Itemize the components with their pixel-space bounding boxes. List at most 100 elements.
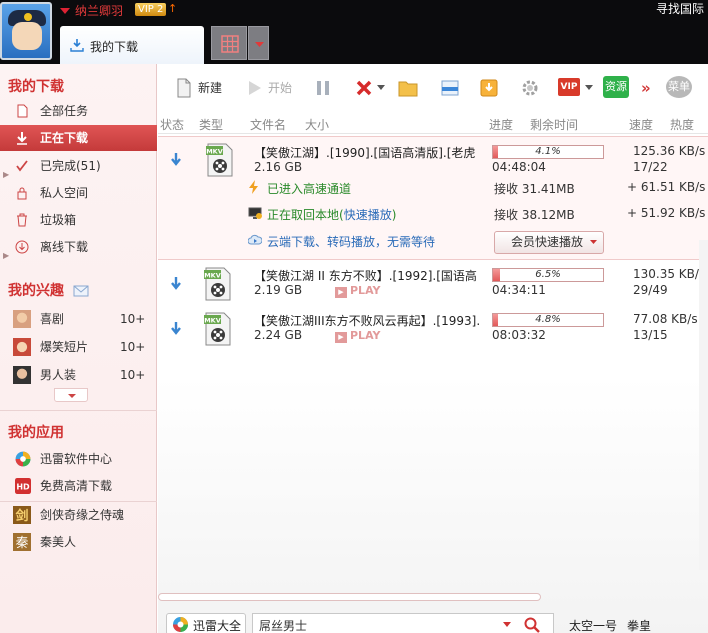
fast-play-link[interactable]: 快速播放	[344, 208, 392, 222]
sidebar-interest-mens-uno[interactable]: 男人装 10+	[0, 362, 157, 388]
interest-count: 10+	[120, 340, 146, 354]
horizontal-scrollbar[interactable]	[158, 593, 541, 601]
cloud-transcode-link[interactable]: 云端下载、转码播放，无需等待	[267, 233, 435, 250]
column-status[interactable]: 状态	[160, 116, 184, 133]
xunlei-encyclopedia-button[interactable]: 迅雷大全	[166, 613, 246, 633]
start-button[interactable]: 开始	[244, 76, 304, 100]
details-button[interactable]	[440, 76, 464, 100]
search-value: 屌丝男士	[259, 619, 308, 633]
chevron-down-icon	[68, 394, 76, 398]
settings-button[interactable]	[520, 76, 544, 100]
column-remaining[interactable]: 剩余时间	[530, 116, 578, 133]
resources-button[interactable]: 资源	[603, 76, 631, 100]
heat-value: 29/49	[633, 283, 668, 297]
sidebar-app-software-center[interactable]: 迅雷软件中心	[0, 446, 157, 472]
sidebar-item-label: 垃圾箱	[40, 213, 77, 227]
sidebar-item-label: 已完成(51)	[40, 159, 101, 173]
chevron-down-icon[interactable]	[377, 85, 385, 91]
user-menu-arrow-icon[interactable]	[60, 8, 70, 14]
downloading-arrow-icon	[171, 277, 181, 290]
hot-search-link[interactable]: 拳皇	[627, 617, 651, 633]
download-arrow-icon	[17, 132, 27, 145]
grid-view-button[interactable]	[211, 26, 247, 60]
divider	[0, 410, 157, 411]
tab-label: 我的下载	[90, 40, 139, 54]
sidebar-interest-comedy[interactable]: 喜剧 10+	[0, 306, 157, 332]
column-heat[interactable]: 热度	[670, 116, 694, 133]
sidebar-app-game-sword[interactable]: 剑 剑侠奇缘之侍魂	[0, 502, 157, 528]
svg-text:HD: HD	[16, 482, 30, 491]
column-size[interactable]: 大小	[305, 116, 329, 133]
vip-level-badge[interactable]: VIP 2	[135, 3, 167, 16]
avatar[interactable]	[0, 2, 52, 60]
username[interactable]: 纳兰卿羽	[75, 2, 123, 19]
search-icon[interactable]	[523, 616, 541, 633]
chevron-down-icon	[590, 240, 597, 244]
received-amount: 接收 38.12MB	[494, 208, 575, 222]
sidebar-item-all-tasks[interactable]: 全部任务	[0, 98, 157, 124]
play-button[interactable]: ▶ PLAY	[335, 329, 381, 343]
progress-bar: 4.1%	[492, 145, 604, 159]
progress-bar: 4.8%	[492, 313, 604, 327]
toolbar: 新建 开始 VIP 资源 » 菜单	[158, 64, 708, 112]
download-save-button[interactable]	[479, 76, 503, 100]
chevron-down-icon[interactable]	[503, 622, 511, 628]
search-input[interactable]: 屌丝男士	[252, 613, 554, 633]
chevron-down-icon	[255, 42, 264, 47]
sidebar-app-game-qin[interactable]: 秦 秦美人	[0, 529, 157, 555]
file-size: 2.19 GB	[254, 283, 303, 297]
task-row[interactable]: MKV 【笑傲江湖 II 东方不败】.[1992].[国语高 2.19 GB ▶…	[158, 264, 708, 306]
top-right-search-hint[interactable]: 寻找国际	[656, 0, 704, 17]
column-header: 状态 类型 文件名 大小 进度 剩余时间 速度 热度	[158, 114, 708, 134]
document-icon	[17, 104, 28, 118]
expand-interests-button[interactable]	[54, 388, 88, 402]
sidebar-item-label: 喜剧	[40, 312, 65, 326]
mkv-file-icon: MKV	[206, 143, 233, 177]
sidebar-item-label: 正在下载	[40, 131, 89, 145]
new-task-button[interactable]: 新建	[174, 76, 234, 100]
play-icon: ▶	[335, 287, 347, 298]
vertical-scrollbar[interactable]	[699, 240, 708, 570]
chevron-down-icon[interactable]	[585, 85, 593, 91]
vip-icon: VIP	[558, 78, 580, 96]
sidebar-item-label: 男人装	[40, 368, 77, 382]
pause-button[interactable]	[313, 76, 337, 100]
menu-button[interactable]: 菜单	[666, 76, 694, 100]
more-button[interactable]: »	[641, 76, 655, 100]
sidebar-item-completed[interactable]: ▶ 已完成(51)	[0, 153, 157, 179]
column-progress[interactable]: 进度	[489, 116, 513, 133]
tab-my-downloads[interactable]: 我的下载	[60, 26, 204, 64]
sidebar-item-downloading[interactable]: 正在下载	[0, 125, 157, 151]
hot-search-link[interactable]: 太空一号	[569, 617, 617, 633]
play-button[interactable]: ▶ PLAY	[335, 284, 381, 298]
gear-icon	[522, 80, 538, 96]
sidebar-item-offline-download[interactable]: ▶ 离线下载	[0, 234, 157, 260]
sword-game-icon: 剑	[13, 506, 31, 524]
column-speed[interactable]: 速度	[629, 116, 653, 133]
menu-icon: 菜单	[666, 76, 692, 98]
member-fast-play-button[interactable]: 会员快速播放	[494, 231, 604, 254]
delete-button[interactable]	[354, 76, 390, 100]
column-filename[interactable]: 文件名	[250, 116, 286, 133]
task-row[interactable]: MKV 【笑傲江湖】.[1990].[国语高清版].[老虎 2.16 GB 4.…	[158, 136, 708, 260]
task-row[interactable]: MKV 【笑傲江湖III东方不败风云再起】.[1993]. 2.24 GB ▶ P…	[158, 309, 708, 351]
file-size: 2.16 GB	[254, 160, 303, 174]
sidebar-item-private-space[interactable]: 私人空间	[0, 180, 157, 206]
open-folder-button[interactable]	[398, 76, 422, 100]
download-speed: 77.08 KB/s	[633, 312, 698, 326]
vip-upgrade-icon[interactable]: ↑	[168, 2, 177, 15]
grid-dropdown-button[interactable]	[248, 26, 269, 60]
sidebar-item-label: 剑侠奇缘之侍魂	[40, 508, 125, 522]
high-speed-status: 已进入高速通道	[267, 182, 352, 196]
qin-game-icon: 秦	[13, 533, 31, 551]
expand-caret-icon[interactable]: ▶	[3, 243, 9, 269]
sidebar-item-trash[interactable]: 垃圾箱	[0, 207, 157, 233]
sidebar-app-hd-download[interactable]: HD 免费高清下载	[0, 473, 157, 499]
pause-icon	[317, 81, 329, 95]
mail-icon[interactable]	[73, 285, 89, 297]
vip-button[interactable]: VIP	[558, 76, 594, 100]
sidebar-item-label: 秦美人	[40, 535, 77, 549]
column-type[interactable]: 类型	[199, 116, 223, 133]
sidebar-interest-funny-clips[interactable]: 爆笑短片 10+	[0, 334, 157, 360]
sidebar-section-my-interests: 我的兴趣	[8, 280, 89, 300]
